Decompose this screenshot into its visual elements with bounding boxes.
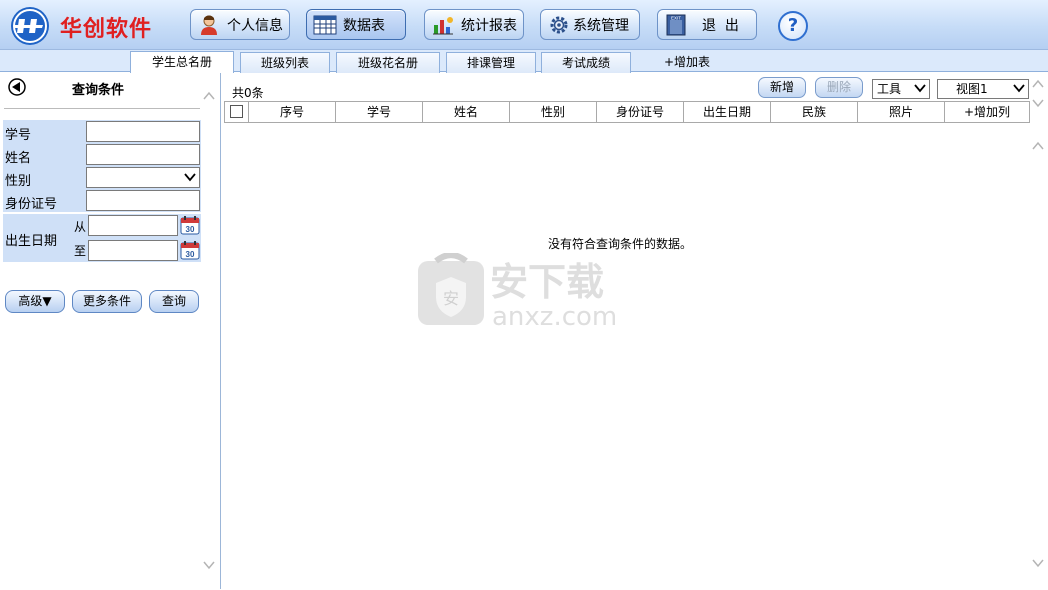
more-conditions-button[interactable]: 更多条件 — [72, 290, 142, 313]
name-input[interactable] — [86, 144, 200, 165]
column-header[interactable]: 序号 — [249, 102, 336, 122]
calendar-icon[interactable]: 30 — [180, 215, 200, 235]
birth-date-from-input[interactable] — [88, 215, 178, 236]
grid-header: 序号 学号 姓名 性别 身份证号 出生日期 民族 照片 +增加列 — [224, 101, 1030, 123]
from-label: 从 — [74, 220, 87, 234]
query-panel: 查询条件 学号 姓名 性别 身份证号 出生日期 从 30 至 30 高级▼ 更多… — [0, 73, 221, 589]
name-label: 姓名 — [5, 151, 32, 166]
column-header[interactable]: 姓名 — [423, 102, 510, 122]
field-row-student-id: 学号 — [3, 120, 201, 143]
gear-icon — [547, 14, 571, 36]
tab-class-roster[interactable]: 班级花名册 — [336, 52, 440, 73]
app-brand: 华创软件 — [60, 17, 153, 42]
app-header: 华创软件 个人信息 数据表 统计报表 系统管理 EXIT 退 出 ? — [0, 0, 1048, 50]
tab-exam-scores[interactable]: 考试成绩 — [541, 52, 631, 73]
column-header[interactable]: 性别 — [510, 102, 597, 122]
scroll-up-icon[interactable] — [203, 91, 215, 101]
student-id-label: 学号 — [5, 128, 32, 143]
select-all-cell — [225, 102, 249, 122]
tab-student-roster[interactable]: 学生总名册 — [130, 51, 234, 73]
to-label: 至 — [74, 244, 87, 258]
column-header[interactable]: 照片 — [858, 102, 945, 122]
app-logo-icon — [11, 7, 49, 45]
tools-select-value: 工具 — [877, 82, 902, 96]
view-select[interactable]: 视图1 — [937, 79, 1029, 99]
reports-button[interactable]: 统计报表 — [424, 9, 524, 40]
birth-date-to-input[interactable] — [88, 240, 178, 261]
empty-message: 没有符合查询条件的数据。 — [548, 237, 693, 251]
exit-button[interactable]: EXIT 退 出 — [657, 9, 757, 40]
field-row-gender: 性别 — [3, 166, 201, 189]
scroll-down-icon[interactable] — [1032, 558, 1044, 568]
table-icon — [313, 14, 337, 36]
add-column-header[interactable]: +增加列 — [945, 102, 1029, 122]
search-button[interactable]: 查询 — [149, 290, 199, 313]
view-select-value: 视图1 — [956, 82, 988, 96]
add-record-button[interactable]: 新增 — [758, 77, 806, 98]
profile-label: 个人信息 — [227, 17, 283, 34]
id-number-input[interactable] — [86, 190, 200, 211]
collapse-left-icon[interactable] — [5, 78, 29, 96]
advanced-button[interactable]: 高级▼ — [5, 290, 65, 313]
exit-label: 退 出 — [702, 17, 739, 34]
svg-text:30: 30 — [186, 225, 195, 234]
gender-select[interactable] — [86, 167, 200, 188]
chevron-down-icon — [914, 84, 926, 93]
help-icon[interactable]: ? — [778, 11, 808, 41]
svg-text:安: 安 — [443, 289, 459, 308]
column-header[interactable]: 学号 — [336, 102, 423, 122]
add-table-link[interactable]: +增加表 — [652, 52, 722, 73]
gender-label: 性别 — [5, 174, 32, 189]
tab-schedule[interactable]: 排课管理 — [446, 52, 536, 73]
exit-icon: EXIT — [664, 14, 688, 36]
user-icon — [197, 14, 221, 36]
scroll-up-icon[interactable] — [1032, 141, 1044, 151]
svg-text:anxz.com: anxz.com — [492, 302, 617, 332]
scroll-down-icon[interactable] — [203, 560, 215, 570]
field-row-birth-date: 出生日期 从 30 至 30 — [3, 214, 201, 262]
field-row-name: 姓名 — [3, 143, 201, 166]
column-header[interactable]: 民族 — [771, 102, 858, 122]
tab-bar: 学生总名册 班级列表 班级花名册 排课管理 考试成绩 +增加表 — [0, 50, 1048, 73]
profile-button[interactable]: 个人信息 — [190, 9, 290, 40]
field-row-id-number: 身份证号 — [3, 189, 201, 212]
record-count: 共0条 — [232, 86, 264, 100]
svg-text:30: 30 — [186, 250, 195, 259]
chevron-down-icon — [1013, 84, 1025, 93]
delete-record-button[interactable]: 删除 — [815, 77, 863, 98]
student-id-input[interactable] — [86, 121, 200, 142]
calendar-icon[interactable]: 30 — [180, 240, 200, 260]
bar-chart-icon — [431, 14, 455, 36]
scroll-down-icon[interactable] — [1032, 98, 1044, 108]
datatable-label: 数据表 — [343, 17, 385, 34]
column-header[interactable]: 身份证号 — [597, 102, 684, 122]
query-divider — [4, 108, 200, 109]
tools-select[interactable]: 工具 — [872, 79, 930, 99]
scroll-up-icon[interactable] — [1032, 79, 1044, 89]
reports-label: 统计报表 — [461, 17, 517, 34]
tab-class-list[interactable]: 班级列表 — [240, 52, 330, 73]
id-number-label: 身份证号 — [5, 197, 58, 212]
query-title: 查询条件 — [72, 83, 125, 98]
datatable-button[interactable]: 数据表 — [306, 9, 406, 40]
birth-date-label: 出生日期 — [5, 234, 58, 249]
svg-text:安下载: 安下载 — [490, 260, 604, 304]
system-label: 系统管理 — [573, 17, 629, 34]
system-button[interactable]: 系统管理 — [540, 9, 640, 40]
results-panel: 共0条 新增 删除 工具 视图1 序号 学号 姓名 性别 身份证号 出生日期 民… — [222, 73, 1048, 589]
select-all-checkbox[interactable] — [230, 105, 243, 118]
watermark-logo: 安 安下载 anxz.com — [418, 253, 617, 332]
chevron-down-icon — [184, 173, 196, 182]
column-header[interactable]: 出生日期 — [684, 102, 771, 122]
svg-text:EXIT: EXIT — [671, 15, 681, 20]
